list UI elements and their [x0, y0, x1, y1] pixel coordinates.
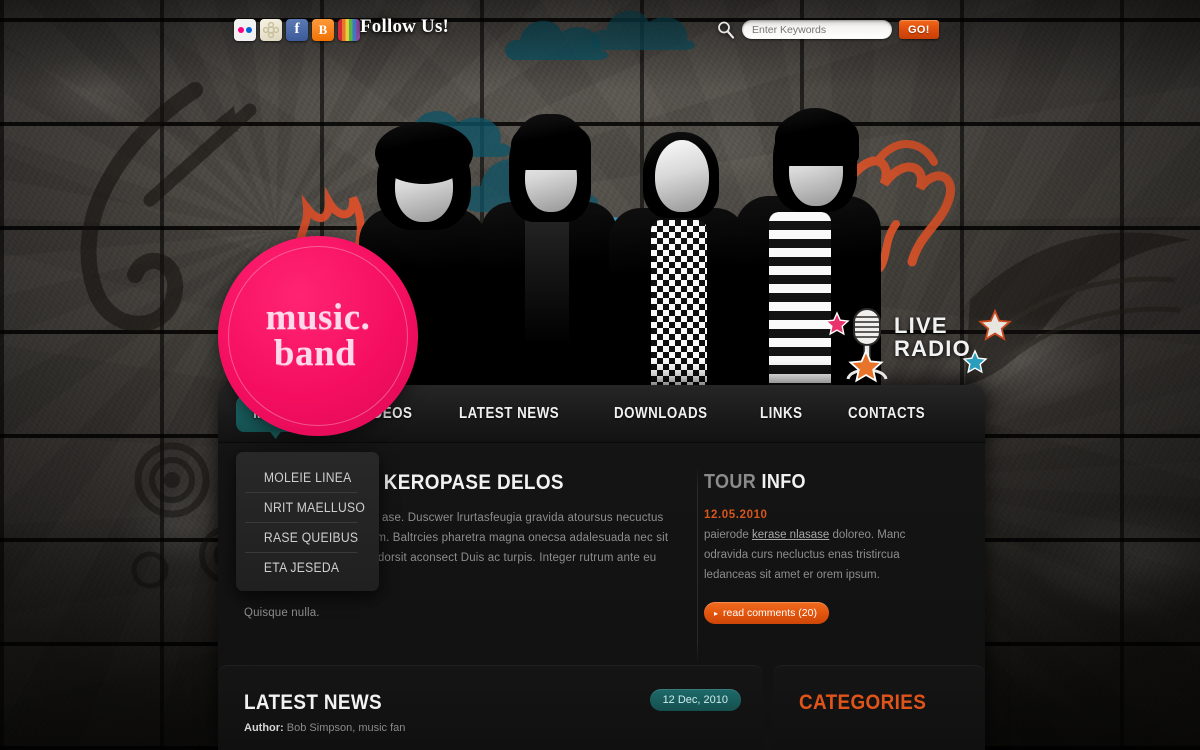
tour-info-column: TOUR INFO 12.05.2010 paierode kerase nla…	[674, 469, 936, 625]
tour-text-before: paierode	[704, 529, 752, 541]
dropdown-item-eta-jeseda[interactable]: ETA JESEDA	[245, 553, 358, 582]
news-date-badge[interactable]: 12 Dec, 2010	[649, 689, 741, 711]
news-author-value: Bob Simpson, music fan	[286, 722, 406, 734]
dropdown-item-rase-queibus[interactable]: RASE QUEIBUS	[245, 523, 358, 553]
live-radio-line-2: RADIO	[894, 336, 971, 362]
facebook-icon[interactable]: f	[286, 19, 308, 41]
news-author: Author: Bob Simpson, music fan	[244, 722, 739, 734]
categories-block: CATEGORIES	[773, 665, 985, 750]
follow-us-label: Follow Us!	[360, 16, 450, 37]
page-root: f B Follow Us! GO! music. band	[0, 0, 1200, 750]
categories-title: CATEGORIES	[799, 691, 927, 714]
read-comments-button[interactable]: ▸ read comments (20)	[704, 602, 829, 625]
star-pink-icon	[824, 311, 850, 336]
latest-news-block: LATEST NEWS Author: Bob Simpson, music f…	[218, 665, 763, 750]
search-icon[interactable]	[716, 20, 735, 39]
bottom-section: LATEST NEWS Author: Bob Simpson, music f…	[218, 665, 985, 750]
star-orange-icon	[848, 349, 884, 383]
latest-news-title: LATEST NEWS	[244, 691, 383, 714]
dropdown-item-moleie-linea[interactable]: MOLEIE LINEA	[245, 463, 358, 493]
nav-item-downloads[interactable]: DOWNLOADS	[614, 396, 708, 432]
rainbow-icon[interactable]	[338, 19, 360, 41]
social-links: f B	[234, 19, 360, 41]
tour-info-heading: TOUR INFO	[704, 471, 913, 494]
nav-item-links[interactable]: LINKS	[760, 396, 803, 432]
flickr-icon[interactable]	[234, 19, 256, 41]
read-comments-label: read comments (20)	[723, 607, 817, 620]
dropdown-item-nrit-maelluso[interactable]: NRIT MAELLUSO	[245, 493, 365, 523]
column-divider	[697, 465, 698, 665]
nav-item-contacts[interactable]: CONTACTS	[848, 396, 925, 432]
search-area: GO!	[716, 20, 939, 39]
tour-link[interactable]: kerase nlasase	[752, 529, 829, 541]
search-go-button[interactable]: GO!	[899, 20, 939, 39]
nav-item-latest-news[interactable]: LATEST NEWS	[459, 396, 559, 432]
news-author-label: Author:	[244, 722, 284, 734]
delicious-icon[interactable]	[260, 19, 282, 41]
live-radio-widget[interactable]: LIVE RADIO	[824, 305, 1012, 385]
logo-line-2: band	[273, 333, 357, 374]
arrow-right-icon: ▸	[714, 608, 719, 618]
logo-text: music. band	[266, 299, 371, 371]
main-paragraph-2: Quisque nulla.	[244, 606, 320, 619]
tour-heading-part-2: INFO	[761, 471, 806, 493]
live-radio-label: LIVE RADIO	[894, 314, 971, 360]
live-radio-line-1: LIVE	[894, 313, 948, 338]
search-input[interactable]	[742, 20, 892, 39]
blogger-icon[interactable]: B	[312, 19, 334, 41]
tour-heading-part-1: TOUR	[704, 471, 762, 493]
top-bar: f B Follow Us! GO!	[0, 0, 1200, 52]
site-logo[interactable]: music. band	[218, 236, 418, 436]
music-dropdown-menu: MOLEIE LINEA NRIT MAELLUSO RASE QUEIBUS …	[236, 452, 379, 591]
star-white-icon	[978, 309, 1012, 341]
tour-date: 12.05.2010	[704, 509, 768, 521]
tour-text: paierode kerase nlasase doloreo. Manc od…	[704, 526, 936, 585]
